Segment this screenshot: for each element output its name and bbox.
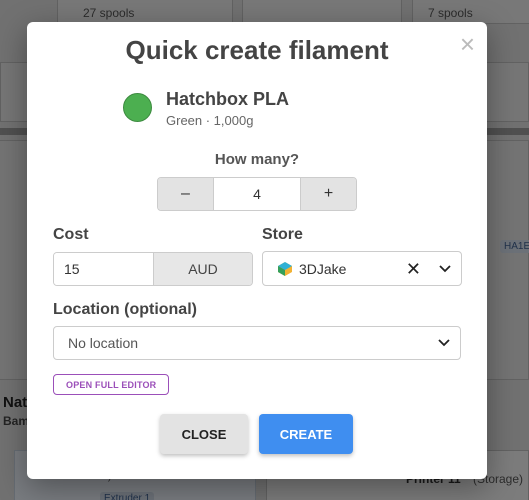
- filament-subtitle: Green · 1,000g: [166, 113, 254, 128]
- store-select[interactable]: 3DJake ✕: [262, 251, 462, 286]
- store-label: Store: [262, 226, 303, 243]
- chevron-down-icon[interactable]: [438, 339, 450, 347]
- cost-input[interactable]: [54, 253, 154, 285]
- quantity-stepper: – 4 +: [157, 177, 357, 211]
- quantity-label: How many?: [214, 151, 300, 168]
- filament-name: Hatchbox PLA: [166, 89, 290, 109]
- open-full-editor-button[interactable]: OPEN FULL EDITOR: [53, 374, 170, 395]
- location-label: Location (optional): [53, 301, 197, 318]
- store-logo-icon: [278, 261, 292, 276]
- currency-addon: AUD: [154, 253, 252, 285]
- dialog-title: Quick create filament: [125, 35, 389, 65]
- increment-button[interactable]: +: [301, 178, 356, 210]
- cost-label: Cost: [53, 226, 89, 243]
- create-button[interactable]: CREATE: [259, 414, 353, 454]
- quantity-value[interactable]: 4: [213, 178, 301, 210]
- clear-icon[interactable]: ✕: [406, 260, 421, 278]
- location-value: No location: [68, 335, 139, 351]
- chevron-down-icon[interactable]: [439, 264, 451, 273]
- color-swatch: [123, 93, 152, 122]
- location-select[interactable]: No location: [53, 326, 461, 360]
- close-button[interactable]: CLOSE: [160, 414, 248, 454]
- decrement-button[interactable]: –: [158, 178, 213, 210]
- quick-create-dialog: × Quick create filament Hatchbox PLA Gre…: [27, 22, 487, 479]
- store-value: 3DJake: [299, 260, 347, 277]
- cost-field-group: AUD: [53, 252, 253, 286]
